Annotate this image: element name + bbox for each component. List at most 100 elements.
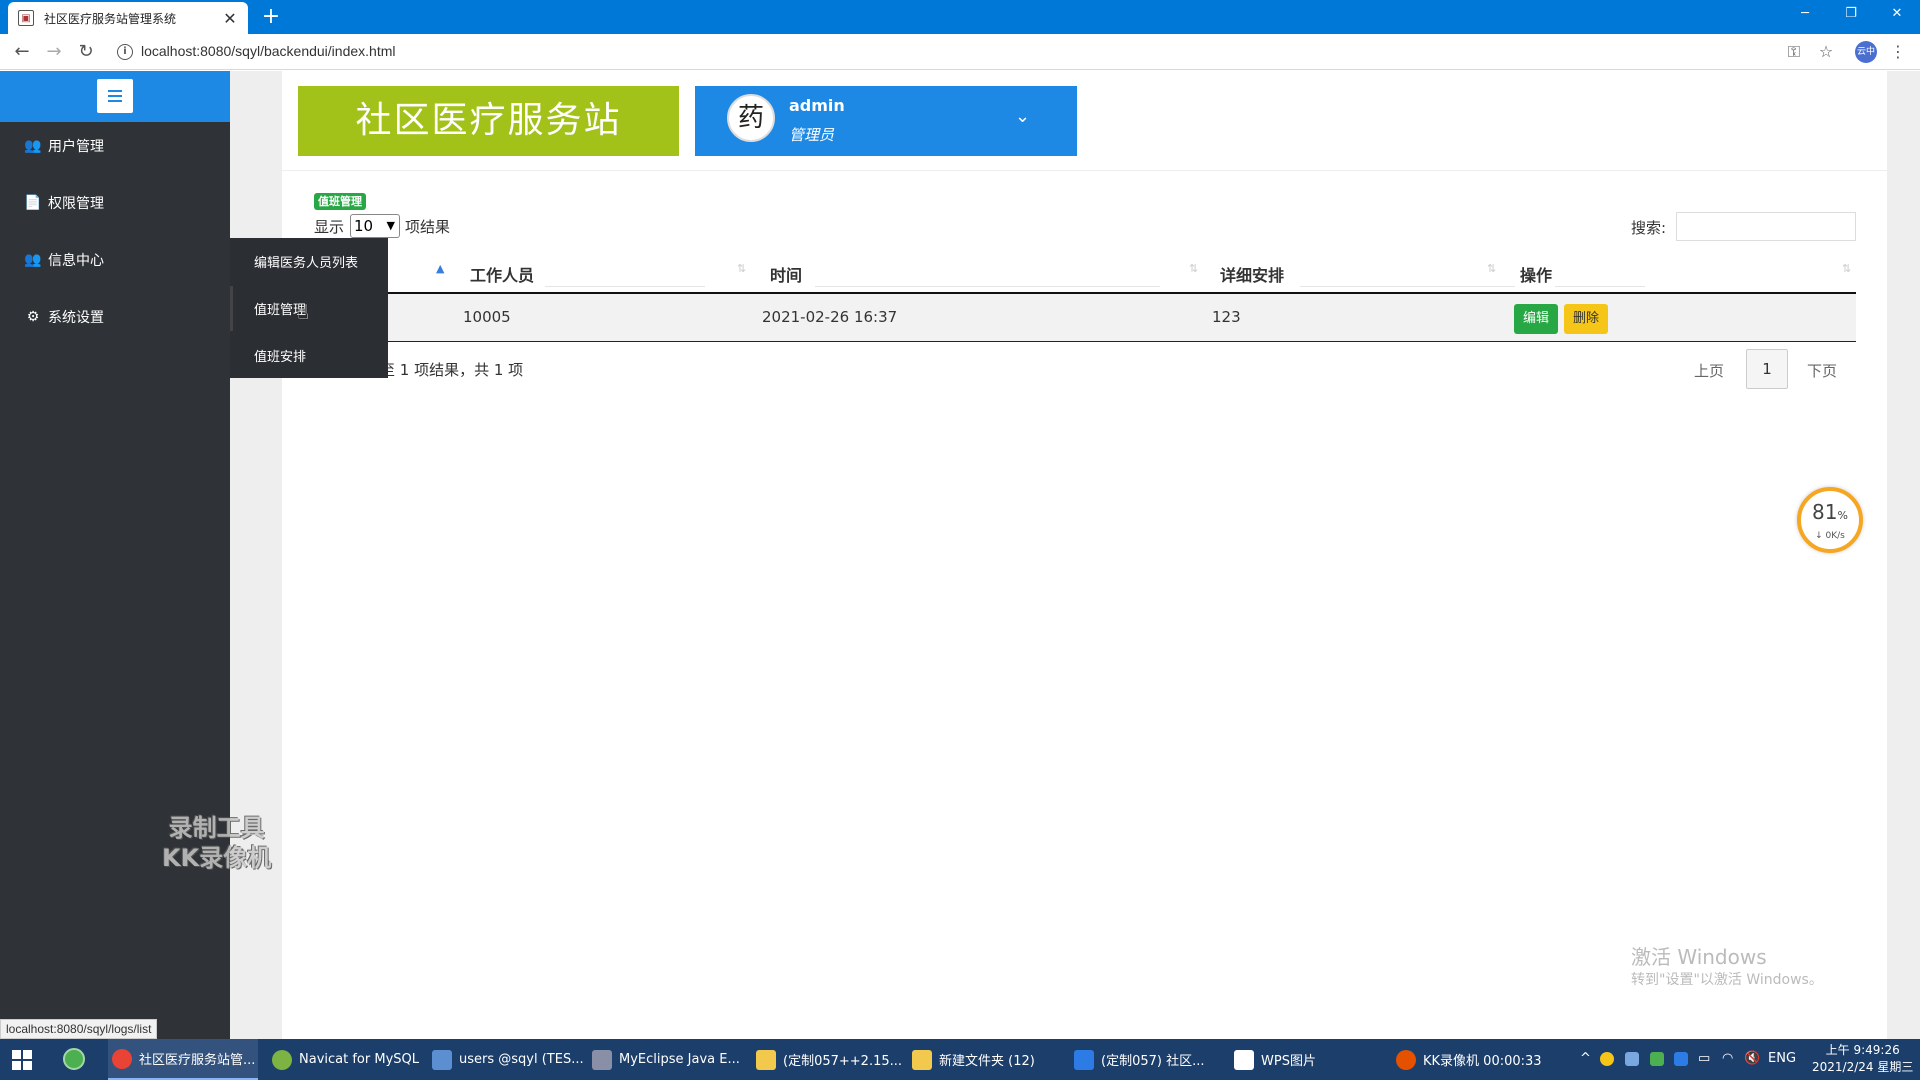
page-length-select[interactable]: 10 ▼ xyxy=(350,214,400,238)
sort-icon[interactable]: ⇅ xyxy=(1487,262,1496,275)
sort-icon[interactable]: ⇅ xyxy=(1842,262,1851,275)
new-tab-button[interactable]: + xyxy=(258,4,284,30)
minimize-button[interactable]: ─ xyxy=(1782,0,1828,30)
wifi-icon[interactable]: ◠ xyxy=(1722,1051,1733,1066)
windows-start-icon[interactable] xyxy=(12,1050,32,1070)
length-suffix: 项结果 xyxy=(405,218,451,236)
sort-icon[interactable]: ⇅ xyxy=(737,262,746,275)
bookmark-star-icon[interactable]: ☆ xyxy=(1816,42,1836,61)
sidebar-item-settings[interactable]: ⚙ 系统设置 xyxy=(0,297,230,337)
taskbar-item[interactable]: KK录像机 00:00:33 xyxy=(1396,1039,1542,1080)
sidebar-item-label: 系统设置 xyxy=(48,310,104,326)
table-info: 至 1 项结果，共 1 项 xyxy=(380,361,524,379)
taskbar-item[interactable]: MyEclipse Java E... xyxy=(592,1039,740,1080)
next-page-button[interactable]: 下页 xyxy=(1807,360,1837,381)
column-header-time[interactable]: 时间 xyxy=(770,262,802,286)
reload-icon[interactable]: ↻ xyxy=(74,40,98,64)
kk-recorder-icon xyxy=(1396,1049,1416,1070)
volume-muted-icon[interactable]: 🔇 xyxy=(1744,1051,1760,1066)
key-icon[interactable]: ⚿ xyxy=(1784,42,1804,62)
network-speed-widget[interactable]: 81% ↓ 0K/s xyxy=(1797,487,1863,553)
watermark-line1: 录制工具 xyxy=(168,814,265,842)
tray-app-icon[interactable] xyxy=(1625,1052,1639,1066)
taskbar-item[interactable]: WPS图片 xyxy=(1234,1039,1316,1080)
navicat-icon xyxy=(272,1049,292,1070)
tray-app-icon[interactable] xyxy=(1674,1052,1688,1066)
taskbar-item[interactable]: 新建文件夹 (12) xyxy=(912,1039,1035,1080)
sidebar: 👥 用户管理 📄 权限管理 👥 信息中心 ⚙ 系统设置 xyxy=(0,71,230,1039)
user-dropdown[interactable]: 药 admin 管理员 ⌄ xyxy=(695,86,1077,156)
tab-title: 社区医疗服务站管理系统 xyxy=(44,11,177,26)
360-browser-icon[interactable] xyxy=(63,1048,85,1070)
avatar: 药 xyxy=(727,94,775,142)
user-role: 管理员 xyxy=(789,126,835,144)
edit-button[interactable]: 编辑 xyxy=(1514,304,1558,334)
sidebar-item-label: 信息中心 xyxy=(48,253,104,269)
sidebar-header xyxy=(0,71,230,122)
input-language[interactable]: ENG xyxy=(1768,1051,1796,1066)
back-icon[interactable]: ← xyxy=(10,40,34,64)
chrome-icon xyxy=(112,1048,132,1069)
close-window-button[interactable]: ✕ xyxy=(1874,0,1920,30)
cell-staff: 10005 xyxy=(463,308,511,326)
page-length-value: 10 xyxy=(354,217,374,235)
address-bar: ← → ↻ i localhost:8080/sqyl/backendui/in… xyxy=(0,34,1920,70)
display-icon[interactable]: ▭ xyxy=(1698,1051,1710,1066)
sidebar-item-users[interactable]: 👥 用户管理 xyxy=(0,126,230,166)
chevron-down-icon[interactable]: ⌄ xyxy=(1015,106,1030,127)
sidebar-item-label: 用户管理 xyxy=(48,139,104,155)
select-arrow-icon: ▼ xyxy=(386,219,395,232)
user-name: admin xyxy=(789,96,845,115)
file-icon: 📄 xyxy=(24,195,42,211)
browser-tab-bar: ▣ 社区医疗服务站管理系统 ✕ + ─ ❐ ✕ xyxy=(0,0,1920,34)
taskbar-item[interactable]: (定制057) 社区... xyxy=(1074,1039,1205,1080)
speed-percent: 81% xyxy=(1812,500,1848,524)
previous-page-button[interactable]: 上页 xyxy=(1694,360,1724,381)
tray-expand-icon[interactable]: ^ xyxy=(1580,1051,1591,1066)
taskbar-clock[interactable]: 上午 9:49:26 2021/2/24 星期三 xyxy=(1812,1042,1913,1076)
length-prefix: 显示 xyxy=(314,218,345,236)
page-badge: 值班管理 xyxy=(314,193,366,210)
site-brand: 社区医疗服务站 xyxy=(298,86,679,156)
sidebar-item-permissions[interactable]: 📄 权限管理 xyxy=(0,183,230,223)
folder-icon xyxy=(756,1049,776,1070)
search-label: 搜索: xyxy=(1631,219,1667,237)
sidebar-item-label: 权限管理 xyxy=(48,196,104,212)
tray-app-icon[interactable] xyxy=(1650,1052,1664,1066)
column-header-detail[interactable]: 详细安排 xyxy=(1220,262,1284,286)
hand-cursor-icon: ☝ xyxy=(297,300,310,324)
column-header-staff[interactable]: 工作人员 xyxy=(470,262,534,286)
header-rule xyxy=(545,286,705,287)
site-info-icon[interactable]: i xyxy=(117,44,133,60)
browser-tab[interactable]: ▣ 社区医疗服务站管理系统 ✕ xyxy=(8,2,248,34)
submenu-active-bar xyxy=(230,286,233,331)
table-window-icon xyxy=(432,1049,452,1070)
profile-avatar[interactable]: 云中 xyxy=(1855,41,1877,63)
taskbar-item[interactable]: (定制057++2.15... xyxy=(756,1039,902,1080)
sort-icon[interactable]: ⇅ xyxy=(1189,262,1198,275)
taskbar-item[interactable]: users @sqyl (TES... xyxy=(432,1039,584,1080)
delete-button[interactable]: 删除 xyxy=(1564,304,1608,334)
watermark-line2: KK录像机 xyxy=(162,844,272,872)
current-page-button[interactable]: 1 xyxy=(1746,349,1788,389)
hamburger-menu-button[interactable] xyxy=(97,79,133,113)
header-rule xyxy=(815,286,1160,287)
tab-close-icon[interactable]: ✕ xyxy=(222,9,238,28)
folder-icon xyxy=(912,1049,932,1070)
submenu-item-edit-staff[interactable]: 编辑医务人员列表 xyxy=(254,252,358,271)
header-rule xyxy=(1555,286,1645,287)
duty-table: ▲ 工作人员 ⇅ 时间 ⇅ 详细安排 ⇅ 操作 ⇅ 10005 2021-02-… xyxy=(315,252,1856,342)
submenu-item-duty-schedule[interactable]: 值班安排 xyxy=(254,346,306,365)
menu-dots-icon[interactable]: ⋮ xyxy=(1888,42,1908,61)
sidebar-item-info-center[interactable]: 👥 信息中心 xyxy=(0,240,230,280)
sort-asc-icon[interactable]: ▲ xyxy=(436,262,444,275)
forward-icon[interactable]: → xyxy=(42,40,66,64)
taskbar-item[interactable]: 社区医疗服务站管... xyxy=(108,1039,258,1080)
search-input[interactable] xyxy=(1676,212,1856,241)
header-rule xyxy=(1300,286,1515,287)
maximize-button[interactable]: ❐ xyxy=(1828,0,1874,30)
myeclipse-icon xyxy=(592,1049,612,1070)
taskbar-item[interactable]: Navicat for MySQL xyxy=(272,1039,419,1080)
url-field[interactable]: localhost:8080/sqyl/backendui/index.html xyxy=(141,43,396,59)
tray-app-icon[interactable] xyxy=(1600,1052,1614,1066)
